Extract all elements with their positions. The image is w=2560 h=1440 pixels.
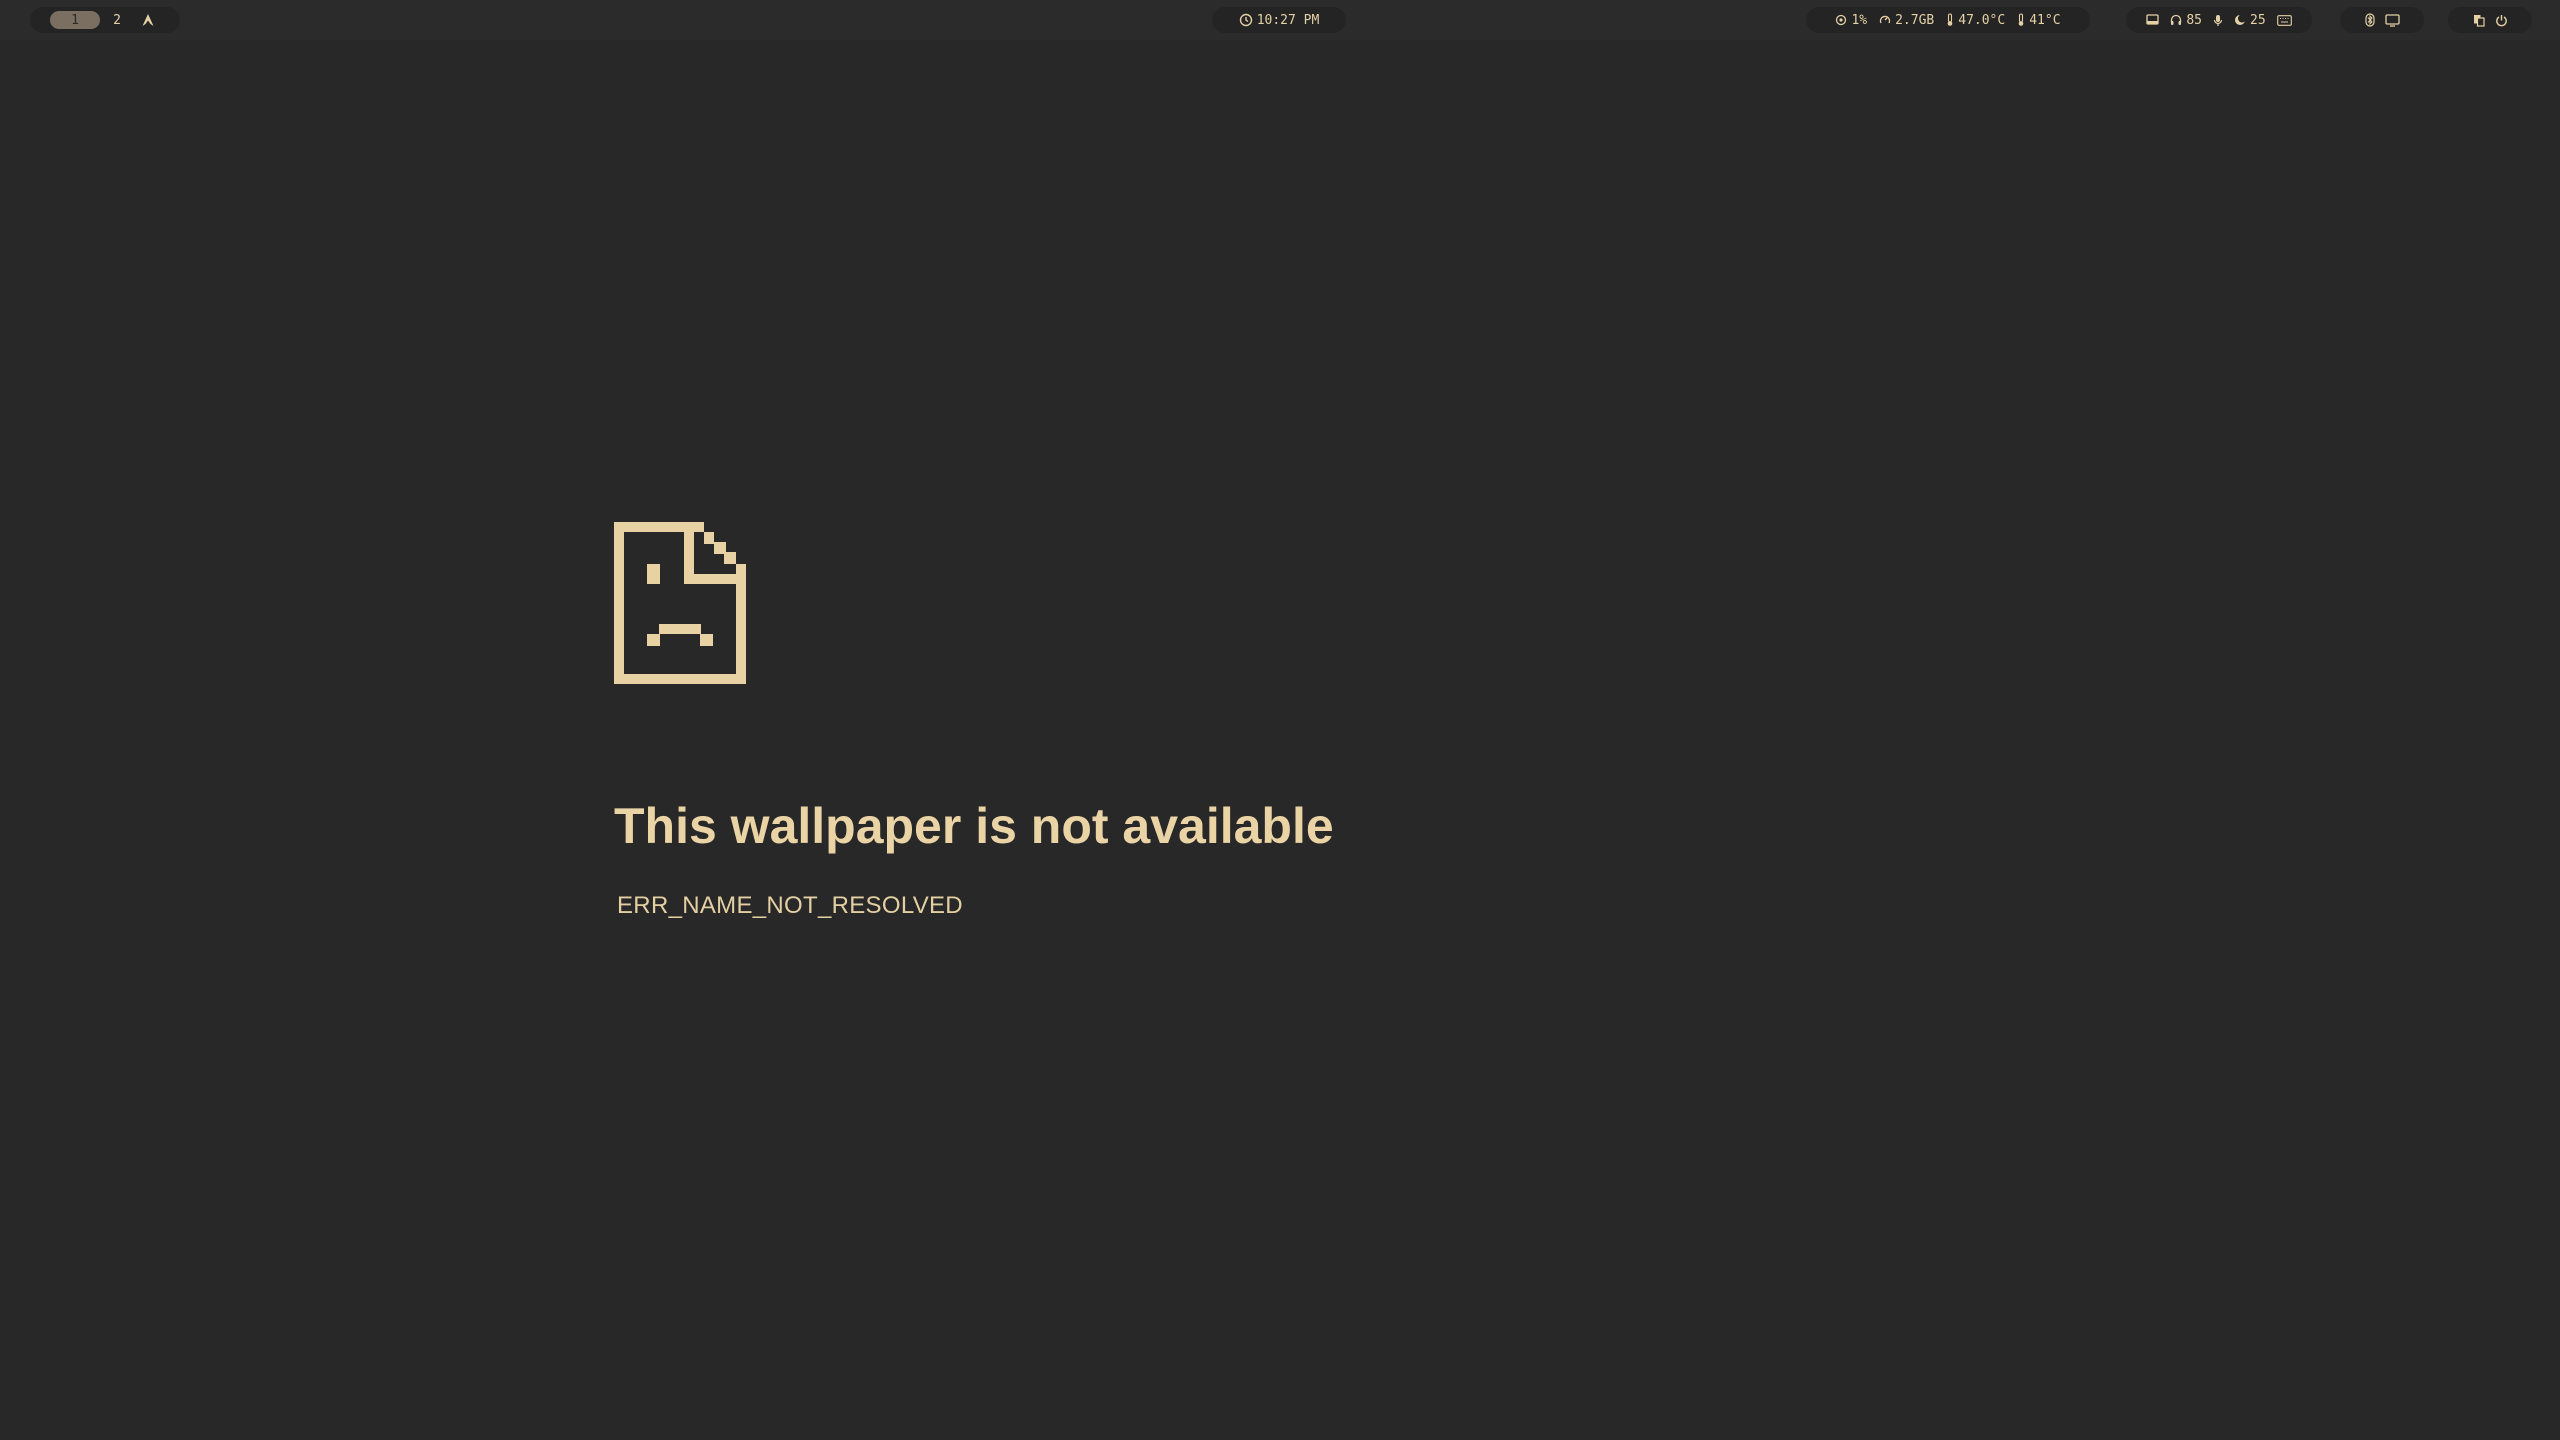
thermometer-icon: [1946, 13, 1954, 27]
clock-widget[interactable]: 10:27 PM: [1212, 7, 1346, 33]
workspace-label: 1: [71, 12, 79, 28]
headphones-value: 85: [2186, 12, 2202, 28]
brightness-value: 25: [2250, 12, 2266, 28]
connectivity-controls: [2340, 7, 2424, 33]
error-title: This wallpaper is not available: [614, 798, 1334, 854]
workspace-1-button[interactable]: 1: [50, 11, 100, 29]
memory-value: 2.7GB: [1895, 12, 1935, 28]
headphones-icon: [2170, 14, 2182, 26]
cpu-usage: 1%: [1835, 13, 1867, 28]
system-stats: 1% 2.7GB 47.0°C 41°C: [1806, 7, 2090, 33]
session-controls: [2448, 7, 2532, 33]
power-icon[interactable]: [2495, 14, 2508, 27]
display-icon[interactable]: [2384, 13, 2400, 27]
brightness-level[interactable]: 25: [2234, 13, 2266, 28]
arch-logo-icon[interactable]: [138, 11, 158, 29]
memory-usage: 2.7GB: [1879, 13, 1934, 28]
memory-icon: [1879, 14, 1891, 26]
bluetooth-icon[interactable]: [2364, 13, 2375, 27]
clipboard-icon[interactable]: [2473, 14, 2485, 27]
cpu-temp-value: 47.0°C: [1958, 12, 2006, 28]
workspace-switcher: 1 2: [30, 7, 180, 33]
headphones-volume[interactable]: 85: [2170, 13, 2202, 28]
sad-file-icon: [614, 522, 746, 688]
error-code: ERR_NAME_NOT_RESOLVED: [617, 892, 963, 919]
cpu-value: 1%: [1851, 12, 1868, 28]
microphone-icon[interactable]: [2213, 14, 2223, 27]
brightness-icon: [2234, 14, 2246, 26]
workspace-label: 2: [113, 12, 121, 28]
clock-icon: [1239, 13, 1253, 27]
clock-time: 10:27 PM: [1256, 12, 1320, 28]
cpu-icon: [1835, 14, 1847, 26]
cpu-temperature: 47.0°C: [1946, 13, 2005, 28]
gpu-temperature: 41°C: [2017, 12, 2061, 28]
top-bar: 1 2 10:27 PM 1% 2.7GB 47.0°C 41°C 85 25: [0, 0, 2560, 40]
audio-controls: 85 25: [2126, 7, 2312, 33]
keyboard-icon[interactable]: [2276, 14, 2292, 26]
gpu-temp-value: 41°C: [2029, 12, 2061, 28]
thermometer-icon: [2017, 13, 2025, 27]
workspace-2-button[interactable]: 2: [102, 11, 132, 29]
screen-icon[interactable]: [2146, 14, 2159, 26]
